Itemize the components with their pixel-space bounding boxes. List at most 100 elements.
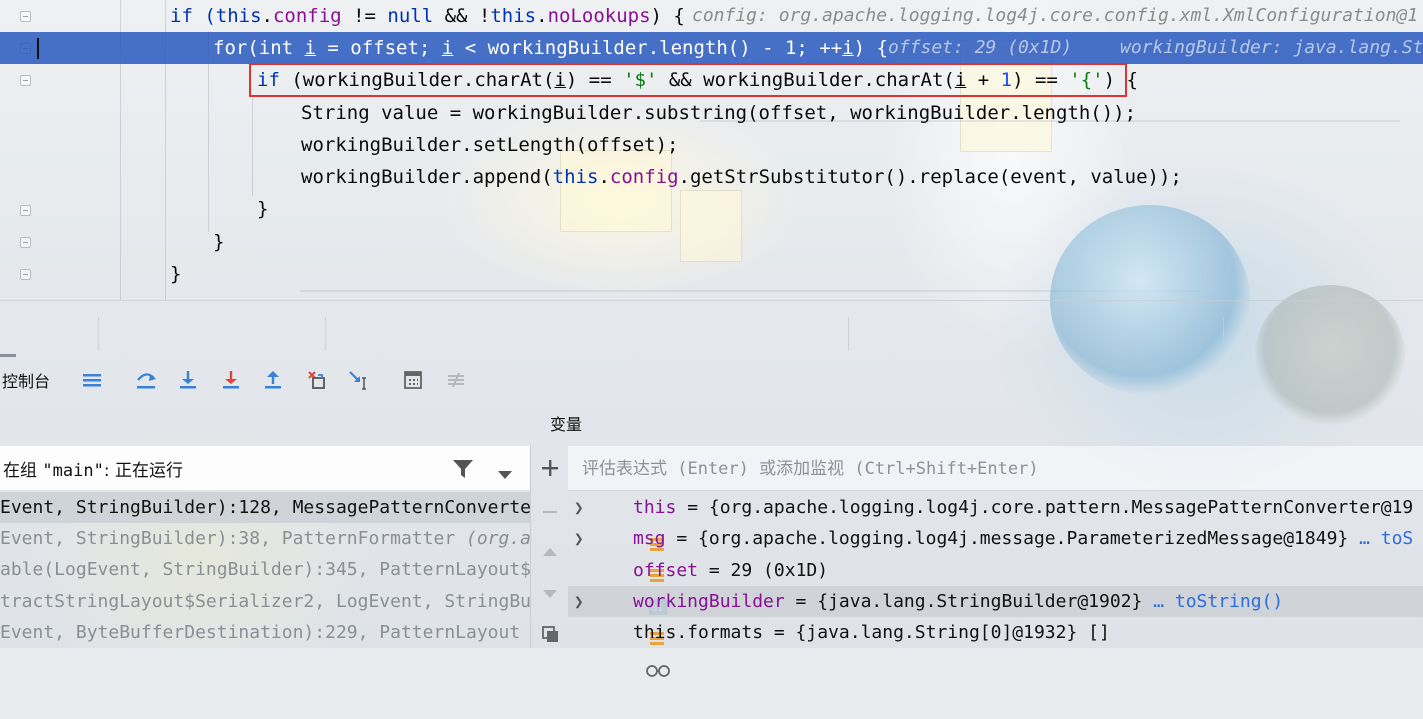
code-token: null (387, 5, 434, 27)
panel-splitter[interactable] (0, 300, 1423, 357)
stack-frame-row[interactable]: Event, StringBuilder):128, MessagePatter… (0, 492, 530, 523)
code-token: != (341, 5, 388, 27)
stack-frame-row[interactable]: Event, StringBuilder):38, PatternFormatt… (0, 523, 530, 554)
inline-debug-hint: config: org.apache.logging.log4j.core.co… (692, 5, 1419, 26)
variables-side-toolbar (530, 446, 569, 648)
to-string-link[interactable]: … toString() (1153, 591, 1283, 612)
current-execution-line[interactable]: for(int i = offset; i < workingBuilder.l… (0, 32, 1423, 64)
code-line[interactable]: workingBuilder.setLength(offset); (0, 129, 1423, 161)
code-token: this (215, 5, 262, 27)
code-token: . (598, 166, 610, 188)
code-text: } (213, 231, 225, 253)
stack-frame-class: (org.a (466, 528, 530, 549)
chevron-right-icon[interactable]: ❯ (574, 586, 584, 617)
tab-console[interactable]: 控制台 (2, 368, 50, 392)
step-out-icon[interactable] (260, 368, 286, 392)
stack-frame-row[interactable]: Event, ByteBufferDestination):229, Patte… (0, 617, 530, 648)
code-token: . (536, 5, 548, 27)
step-over-icon[interactable] (133, 368, 159, 392)
run-to-cursor-icon[interactable] (346, 368, 372, 392)
stack-frame-row[interactable]: able(LogEvent, StringBuilder):345, Patte… (0, 554, 530, 585)
variable-name: this (633, 497, 677, 518)
filter-icon[interactable] (452, 459, 474, 483)
drop-frame-icon[interactable] (303, 368, 329, 392)
chevron-right-icon[interactable]: ❯ (574, 523, 584, 554)
to-string-link[interactable]: … toS (1359, 528, 1413, 549)
code-editor[interactable]: if (this.config != null && !this.noLooku… (0, 0, 1423, 300)
variable-row[interactable]: ❯ this = {org.apache.logging.log4j.core.… (568, 492, 1423, 551)
step-into-icon[interactable] (175, 368, 201, 392)
code-token: i (304, 37, 316, 59)
divider (98, 317, 99, 351)
inline-debug-hint: offset: 29 (0x1D) (888, 37, 1073, 58)
stack-frame-text: able(LogEvent, StringBuilder):345, Patte… (0, 559, 530, 580)
add-watch-icon[interactable] (540, 458, 560, 482)
code-token: if ( (170, 5, 216, 27)
code-line[interactable]: String value = workingBuilder.substring(… (0, 97, 1423, 129)
code-line[interactable]: } (0, 193, 1423, 225)
thread-status: : 正在运行 (103, 461, 183, 481)
frames-panel: 在组 "main": 正在运行 Event, StringBuilder):12… (0, 446, 530, 648)
code-token: ) { (650, 5, 685, 27)
variable-row[interactable]: this.formats = {java.lang.String[0]@1932… (568, 617, 1423, 677)
force-step-into-icon[interactable] (218, 368, 244, 392)
code-token: noLookups (547, 5, 651, 27)
thread-status-label: 在组 "main": 正在运行 (3, 456, 183, 481)
code-text: workingBuilder.setLength(offset); (301, 134, 679, 156)
variable-row[interactable]: ❯ workingBuilder = {java.lang.StringBuil… (568, 586, 1423, 645)
variables-panel-title: 变量 (550, 415, 583, 434)
stack-frame-text: tractStringLayout$Serializer2, LogEvent,… (0, 591, 530, 612)
variable-name: workingBuilder (633, 591, 785, 612)
code-token: . (261, 5, 273, 27)
variable-name: offset (633, 560, 699, 581)
stack-frame-row[interactable]: tractStringLayout$Serializer2, LogEvent,… (0, 586, 530, 617)
variable-value: = {java.lang.String[0]@1932} [] (763, 622, 1110, 643)
code-token: for(int (213, 37, 305, 59)
duplicate-watch-icon[interactable] (540, 624, 560, 648)
debug-toolbar: 控制台 (0, 358, 1423, 402)
stack-frame-text: Event, StringBuilder):38, PatternFormatt… (0, 528, 466, 549)
code-token: this (552, 166, 599, 188)
evaluate-expression-bar (568, 446, 1423, 491)
divider (1223, 317, 1224, 351)
remove-watch-icon[interactable] (540, 502, 560, 526)
highlight-annotation-box (249, 63, 1127, 97)
variable-value: = {java.lang.StringBuilder@1902} (784, 591, 1154, 612)
move-down-icon[interactable] (540, 584, 560, 608)
code-text: String value = workingBuilder.substring(… (301, 102, 1137, 124)
chevron-right-icon[interactable]: ❯ (574, 492, 584, 523)
variable-value: = {org.apache.logging.log4j.message.Para… (665, 528, 1360, 549)
thread-selector[interactable]: 在组 "main": 正在运行 (0, 446, 530, 490)
active-tab-indicator (0, 354, 16, 357)
code-text: } (170, 263, 182, 285)
code-line[interactable]: workingBuilder.append(this.config.getStr… (0, 161, 1423, 193)
code-token: config (609, 166, 679, 188)
move-up-icon[interactable] (540, 542, 560, 566)
code-line[interactable]: } (0, 258, 1423, 290)
code-token: .getStrSubstitutor().replace(event, valu… (678, 166, 1182, 188)
variable-row[interactable]: 01 offset = 29 (0x1D) (568, 555, 1423, 615)
evaluate-expression-input[interactable] (580, 454, 1404, 484)
thread-name: "main" (42, 461, 104, 481)
code-token: = offset; (315, 37, 442, 59)
code-text: } (257, 198, 269, 220)
code-line[interactable]: } (0, 226, 1423, 258)
variable-row[interactable]: ❯ msg = {org.apache.logging.log4j.messag… (568, 523, 1423, 582)
trace-current-stream-icon[interactable] (443, 368, 469, 392)
divider (325, 317, 326, 351)
variable-value: = 29 (0x1D) (698, 560, 829, 581)
code-token: < workingBuilder.length() - 1; ++ (453, 37, 843, 59)
evaluate-expression-icon[interactable] (400, 368, 426, 392)
chevron-down-icon[interactable] (497, 465, 513, 484)
stack-frame-text: Event, StringBuilder):128, MessagePatter… (0, 497, 530, 518)
layout-icon[interactable] (79, 368, 105, 392)
code-token: workingBuilder.append( (301, 166, 553, 188)
variable-name: msg (633, 528, 666, 549)
code-line[interactable]: if (this.config != null && !this.noLooku… (0, 0, 1423, 32)
code-token: ) { (853, 37, 888, 59)
code-token: config (272, 5, 342, 27)
code-token: && ! (433, 5, 491, 27)
thread-prefix: 在组 (3, 461, 37, 481)
stack-frame-text: Event, ByteBufferDestination):229, Patte… (0, 622, 521, 643)
watch-expression: this.formats (633, 622, 764, 643)
